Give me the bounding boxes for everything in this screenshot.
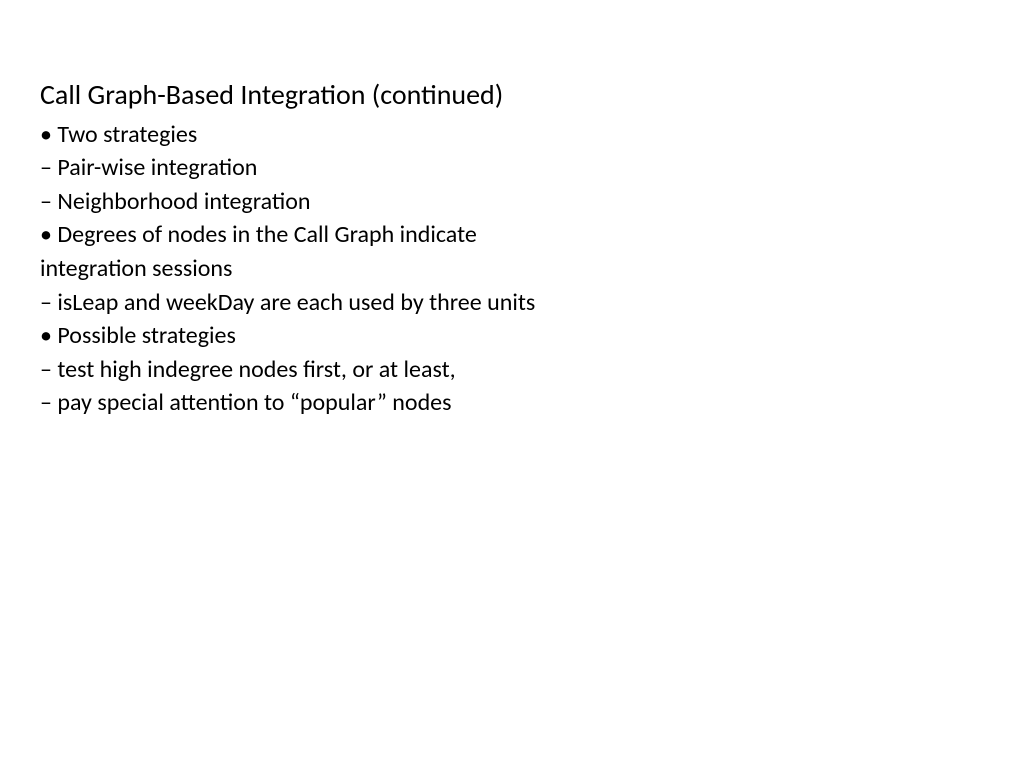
body-line: – Neighborhood integration (40, 185, 984, 219)
body-line: • Degrees of nodes in the Call Graph ind… (40, 218, 984, 252)
body-line: – isLeap and weekDay are each used by th… (40, 286, 984, 320)
body-line: • Possible strategies (40, 319, 984, 353)
body-line: – pay special attention to “popular” nod… (40, 386, 984, 420)
body-line: • Two strategies (40, 118, 984, 152)
slide-body: • Two strategies – Pair-wise integration… (40, 118, 984, 420)
slide-title: Call Graph-Based Integration (continued) (40, 78, 984, 112)
slide-container: Call Graph-Based Integration (continued)… (40, 78, 984, 420)
body-line: – test high indegree nodes first, or at … (40, 353, 984, 387)
body-line: integration sessions (40, 252, 984, 286)
body-line: – Pair-wise integration (40, 151, 984, 185)
